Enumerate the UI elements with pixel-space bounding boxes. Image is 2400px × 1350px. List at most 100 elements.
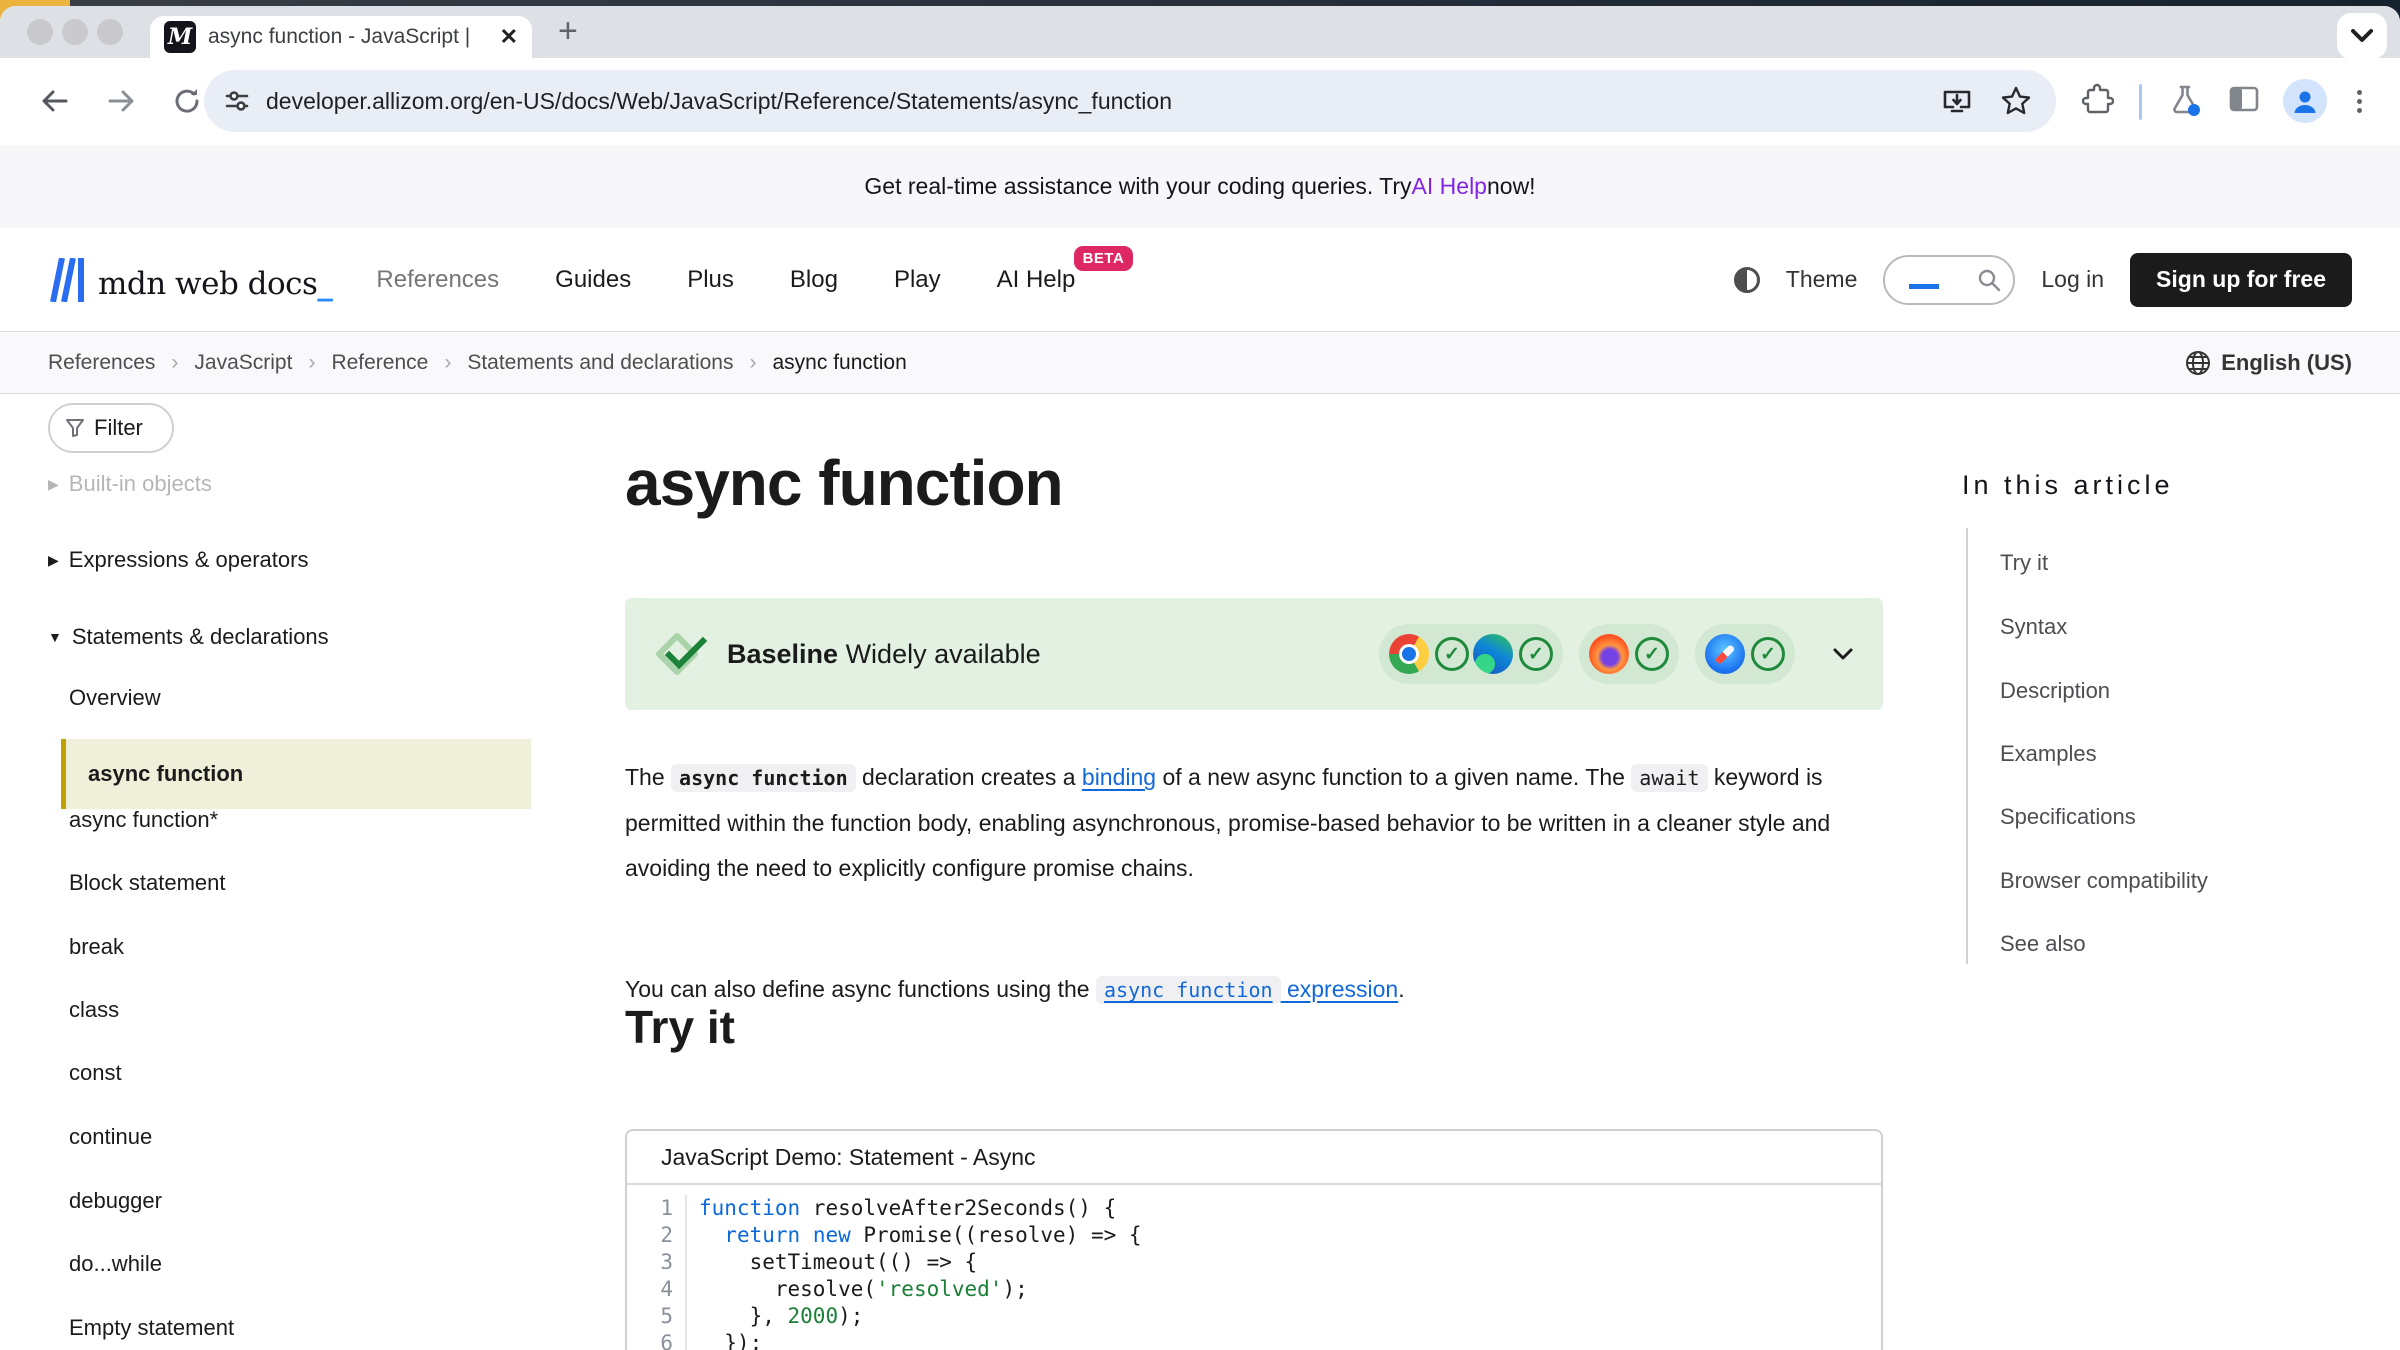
toc-item-examples[interactable]: Examples: [2000, 741, 2097, 767]
browser-menu-icon[interactable]: [2356, 86, 2362, 116]
extensions-icon[interactable]: [2082, 83, 2114, 115]
page-content: Filter Built-in objects Expressions & op…: [0, 394, 2400, 1348]
new-tab-icon[interactable]: +: [558, 12, 578, 51]
forward-icon[interactable]: [104, 84, 138, 118]
sidebar-item-continue[interactable]: continue: [69, 1122, 152, 1152]
crumb-references[interactable]: References: [48, 351, 155, 375]
profile-avatar[interactable]: [2283, 79, 2327, 123]
tab-favicon: M: [164, 21, 196, 53]
locale-switcher[interactable]: English (US): [2185, 350, 2352, 376]
sidebar-item-break[interactable]: break: [69, 932, 124, 962]
theme-label[interactable]: Theme: [1786, 266, 1858, 293]
binding-link[interactable]: binding: [1082, 764, 1156, 790]
tab-strip: M async function - JavaScript | ✕ +: [0, 6, 2400, 58]
sidebar-filter-button[interactable]: Filter: [48, 403, 174, 453]
code-token: new: [813, 1223, 851, 1247]
window-zoom-button[interactable]: [97, 19, 123, 45]
demo-code-editor[interactable]: 1 function resolveAfter2Seconds() { 2 re…: [627, 1185, 1881, 1350]
line-number: 6: [627, 1330, 687, 1350]
site-settings-icon[interactable]: [224, 88, 250, 114]
code-token: 2000: [788, 1304, 839, 1328]
mdn-logo-icon: [48, 258, 88, 302]
code-line: 2 return new Promise((resolve) => {: [627, 1222, 1881, 1249]
sidebar-item-do-while[interactable]: do...while: [69, 1249, 162, 1279]
desktop: { "colors": { "link_blue": "#1168d9", "b…: [0, 0, 2400, 1350]
install-icon[interactable]: [1942, 86, 1972, 116]
toc-item-try-it[interactable]: Try it: [2000, 550, 2048, 576]
reload-icon[interactable]: [170, 84, 204, 118]
nav-references[interactable]: References: [376, 266, 499, 294]
tab-close-icon[interactable]: ✕: [500, 24, 518, 50]
baseline-label: Baseline: [727, 639, 838, 669]
crumb-statements[interactable]: Statements and declarations: [467, 351, 733, 375]
mdn-logo[interactable]: mdn web docs_: [48, 258, 332, 302]
chromium-support-pill: [1379, 624, 1563, 684]
baseline-browser-support: [1379, 624, 1853, 684]
line-number: 5: [627, 1303, 687, 1330]
async-function-expression-link[interactable]: async function expression: [1096, 976, 1398, 1002]
toc-item-description[interactable]: Description: [2000, 678, 2110, 704]
banner-text: Get real-time assistance with your codin…: [864, 173, 1411, 200]
sidebar-item-block-statement[interactable]: Block statement: [69, 868, 226, 898]
window-close-button[interactable]: [27, 19, 53, 45]
crumb-javascript[interactable]: JavaScript: [194, 351, 292, 375]
code-line: 5 }, 2000);: [627, 1303, 1881, 1330]
promo-banner: Get real-time assistance with your codin…: [0, 145, 2400, 228]
code-token: Promise((resolve) => {: [851, 1223, 1142, 1247]
side-panel-icon[interactable]: [2228, 83, 2260, 115]
bookmark-star-icon[interactable]: [2000, 85, 2032, 117]
code-token: },: [699, 1304, 788, 1328]
beta-badge: BETA: [1074, 246, 1134, 271]
sidebar-item-empty-statement[interactable]: Empty statement: [69, 1313, 234, 1343]
code-token: [800, 1223, 813, 1247]
toc-item-browser-compatibility[interactable]: Browser compatibility: [2000, 868, 2208, 894]
code-token: });: [699, 1331, 762, 1350]
code-token: setTimeout(() => {: [699, 1250, 977, 1274]
toc-item-specifications[interactable]: Specifications: [2000, 804, 2136, 830]
toc-item-syntax[interactable]: Syntax: [2000, 614, 2067, 640]
tab-search-caret-button[interactable]: [2337, 13, 2387, 59]
chrome-icon: [1389, 634, 1429, 674]
sidebar-item-class[interactable]: class: [69, 995, 119, 1025]
crumb-reference[interactable]: Reference: [331, 351, 428, 375]
intro-paragraph: The async function declaration creates a…: [625, 755, 1883, 891]
theme-icon[interactable]: [1734, 267, 1760, 293]
expression-paragraph: You can also define async functions usin…: [625, 967, 1883, 1013]
baseline-icon: [655, 631, 707, 677]
signup-button[interactable]: Sign up for free: [2130, 253, 2352, 307]
nav-blog[interactable]: Blog: [790, 266, 838, 294]
firefox-support-pill: [1579, 624, 1679, 684]
baseline-expand-chevron-icon[interactable]: [1833, 648, 1853, 661]
login-link[interactable]: Log in: [2041, 266, 2104, 293]
url-text[interactable]: developer.allizom.org/en-US/docs/Web/Jav…: [266, 88, 1172, 115]
check-circle-icon: [1751, 637, 1785, 671]
back-icon[interactable]: [38, 84, 72, 118]
toc-item-see-also[interactable]: See also: [2000, 931, 2086, 957]
locale-label: English (US): [2221, 350, 2352, 376]
nav-guides[interactable]: Guides: [555, 266, 631, 294]
sidebar-section-statements-declarations[interactable]: Statements & declarations: [48, 622, 329, 652]
browser-tab[interactable]: M async function - JavaScript | ✕: [150, 16, 532, 58]
nav-ai-help[interactable]: AI Help BETA: [997, 266, 1076, 294]
line-number: 2: [627, 1222, 687, 1249]
interactive-demo: JavaScript Demo: Statement - Async 1 fun…: [625, 1129, 1883, 1350]
sidebar-item-overview[interactable]: Overview: [69, 683, 161, 713]
sidebar-item-async-function-star[interactable]: async function*: [69, 805, 218, 835]
sidebar-item-async-function-active[interactable]: async function: [61, 739, 531, 809]
address-bar[interactable]: developer.allizom.org/en-US/docs/Web/Jav…: [204, 70, 2056, 132]
search-input[interactable]: [1883, 255, 2015, 305]
sidebar-item-debugger[interactable]: debugger: [69, 1186, 162, 1216]
sidebar-section-expressions-operators[interactable]: Expressions & operators: [48, 545, 308, 575]
nav-plus[interactable]: Plus: [687, 266, 734, 294]
sidebar-item-const[interactable]: const: [69, 1058, 122, 1088]
baseline-widget: Baseline Widely available: [625, 598, 1883, 710]
header-actions: Theme Log in Sign up for free: [1734, 253, 2352, 307]
labs-flask-icon[interactable]: [2168, 83, 2202, 117]
line-number: 3: [627, 1249, 687, 1276]
globe-icon: [2185, 350, 2211, 376]
banner-ai-help-link[interactable]: AI Help: [1412, 173, 1487, 200]
sidebar-section-built-in-objects[interactable]: Built-in objects: [48, 469, 212, 499]
browser-window: M async function - JavaScript | ✕ +: [0, 6, 2400, 1350]
window-minimize-button[interactable]: [62, 19, 88, 45]
nav-play[interactable]: Play: [894, 266, 941, 294]
